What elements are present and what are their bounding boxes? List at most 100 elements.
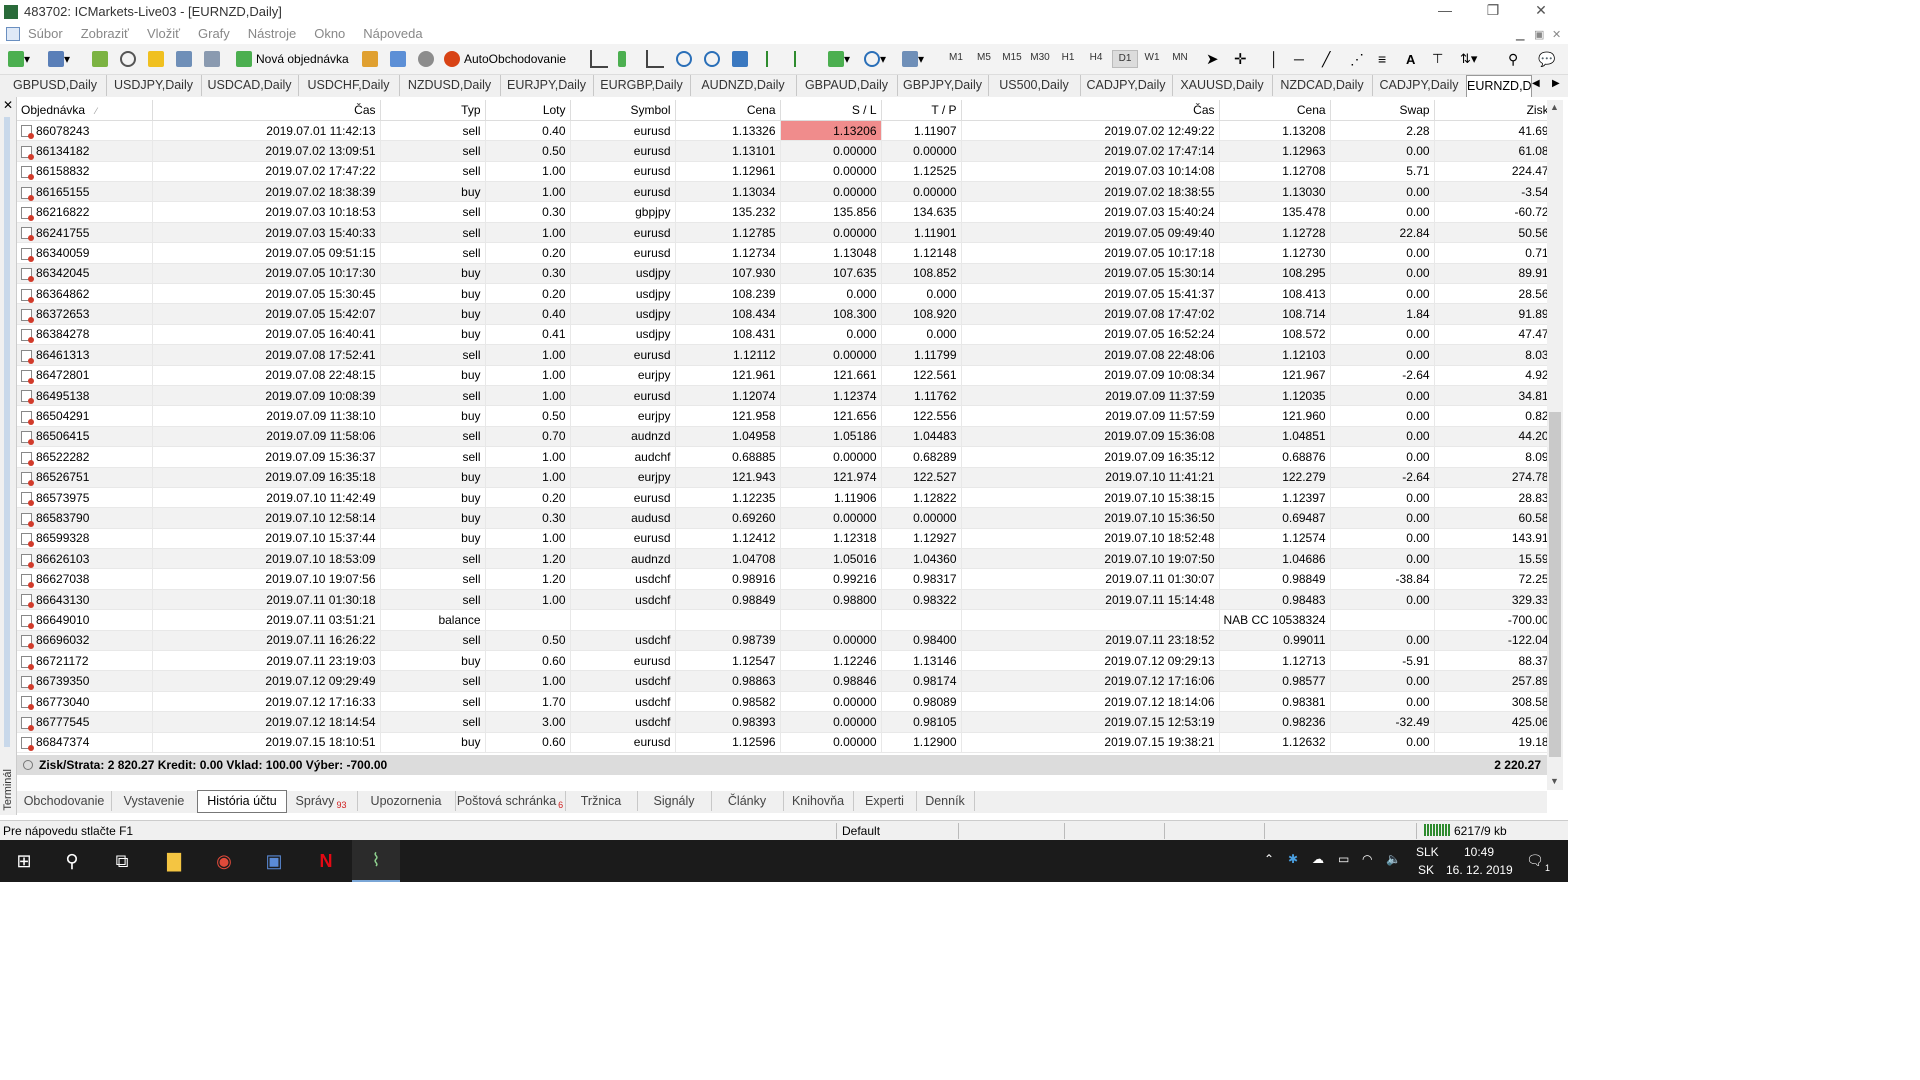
table-row[interactable]: 86384278 2019.07.05 16:40:41 buy 0.41 usdjpy… [17, 324, 1554, 346]
tile-windows-button[interactable] [732, 50, 748, 68]
table-row[interactable]: 86649010 2019.07.11 03:51:21 balance NAB CC… [17, 609, 1554, 631]
start-icon[interactable]: ⊞ [0, 840, 48, 882]
notifications-icon[interactable]: 🗨 [1526, 852, 1544, 869]
table-row[interactable]: 86372653 2019.07.05 15:42:07 buy 0.40 usdjpy… [17, 303, 1554, 325]
table-row[interactable]: 86461313 2019.07.08 17:52:41 sell 1.00 eurus… [17, 344, 1554, 366]
table-row[interactable]: 86241755 2019.07.03 15:40:33 sell 1.00 eurus… [17, 222, 1554, 244]
terminal-tab[interactable]: Upozornenia [357, 791, 456, 811]
table-row[interactable]: 86627038 2019.07.10 19:07:56 sell 1.20 usdch… [17, 568, 1554, 590]
bluetooth-icon[interactable]: ✱ [1288, 852, 1298, 866]
timeframe-button[interactable]: M15 [1000, 52, 1024, 63]
zoom-in-button[interactable] [676, 50, 692, 68]
language-top[interactable]: SLK [1416, 845, 1439, 859]
column-header[interactable]: Swap [1330, 100, 1435, 121]
autotrading-button[interactable]: AutoObchodovanie [444, 50, 566, 68]
language-bottom[interactable]: SK [1418, 863, 1434, 877]
text-label-button[interactable]: ⊤ [1432, 50, 1443, 68]
chart-tab[interactable]: NZDUSD,Daily [399, 75, 501, 96]
signals-button[interactable] [390, 50, 406, 68]
terminal-close-icon[interactable]: ✕ [3, 98, 13, 112]
timeframe-button[interactable]: H1 [1056, 52, 1080, 63]
menu-item[interactable]: Zobraziť [81, 26, 129, 41]
autoscroll-button[interactable] [794, 50, 812, 68]
chart-tab[interactable]: GBPUSD,Daily [4, 75, 107, 96]
file-explorer-icon[interactable]: ▇ [150, 840, 198, 882]
terminal-tab[interactable]: Poštová schránka 6 [455, 791, 566, 811]
metaeditor-button[interactable] [362, 50, 378, 68]
column-header[interactable]: S / L [780, 100, 882, 121]
table-row[interactable]: 86599328 2019.07.10 15:37:44 buy 1.00 eurusd… [17, 528, 1554, 550]
terminal-tab[interactable]: Tržnica [565, 791, 638, 811]
tab-scroll-right-icon[interactable]: ▶ [1552, 78, 1560, 89]
market-watch-button[interactable] [92, 50, 108, 68]
timeframe-button[interactable]: M5 [972, 52, 996, 63]
table-row[interactable]: 86777545 2019.07.12 18:14:54 sell 3.00 usdch… [17, 711, 1554, 733]
scroll-down-icon[interactable]: ▼ [1550, 776, 1559, 786]
terminal-tab[interactable]: Signály [637, 791, 712, 811]
new-chart-button[interactable]: ▾ [8, 50, 30, 68]
cursor-button[interactable]: ➤ [1206, 50, 1219, 68]
terminal-tab[interactable]: Vystavenie [111, 791, 198, 811]
chart-tab[interactable]: EURNZD,Daily [1466, 75, 1532, 98]
menu-item[interactable]: Nástroje [248, 26, 296, 41]
table-row[interactable]: 86342045 2019.07.05 10:17:30 buy 0.30 usdjpy… [17, 263, 1554, 285]
table-row[interactable]: 86472801 2019.07.08 22:48:15 buy 1.00 eurjpy… [17, 365, 1554, 386]
text-button[interactable]: A [1406, 50, 1415, 68]
market-button[interactable] [418, 50, 434, 68]
chart-tab[interactable]: EURJPY,Daily [500, 75, 594, 96]
maximize-button[interactable]: ❐ [1470, 2, 1516, 22]
templates-button[interactable]: ▾ [902, 50, 924, 68]
line-chart-button[interactable] [646, 50, 664, 68]
menu-item[interactable]: Okno [314, 26, 345, 41]
scroll-thumb[interactable] [1549, 412, 1561, 757]
chart-tab[interactable]: GBPAUD,Daily [796, 75, 898, 96]
column-header[interactable]: Cena [675, 100, 781, 121]
table-row[interactable]: 86495138 2019.07.09 10:08:39 sell 1.00 eurus… [17, 385, 1554, 407]
column-header[interactable]: Čas [152, 100, 381, 121]
wifi-icon[interactable]: ◠ [1362, 852, 1372, 866]
table-row[interactable]: 86340059 2019.07.05 09:51:15 sell 0.20 eurus… [17, 242, 1554, 264]
table-row[interactable]: 86773040 2019.07.12 17:16:33 sell 1.70 usdch… [17, 691, 1554, 713]
chat-button[interactable]: 💬 [1538, 50, 1555, 68]
timeframe-button[interactable]: MN [1168, 52, 1192, 63]
chart-tab[interactable]: XAUUSD,Daily [1172, 75, 1273, 96]
candlestick-button[interactable] [618, 50, 626, 68]
clock-date[interactable]: 16. 12. 2019 [1446, 863, 1513, 877]
table-row[interactable]: 86364862 2019.07.05 15:30:45 buy 0.20 usdjpy… [17, 283, 1554, 305]
chart-tab[interactable]: GBPJPY,Daily [897, 75, 989, 96]
column-header[interactable]: Zisk [1434, 100, 1554, 121]
table-row[interactable]: 86504291 2019.07.09 11:38:10 buy 0.50 eurjpy… [17, 405, 1554, 427]
chart-tab[interactable]: NZDCAD,Daily [1272, 75, 1373, 96]
chart-tab[interactable]: CADJPY,Daily [1080, 75, 1173, 96]
table-row[interactable]: 86165155 2019.07.02 18:38:39 buy 1.00 eurusd… [17, 181, 1554, 203]
menu-item[interactable]: Grafy [198, 26, 230, 41]
column-header[interactable]: Čas [961, 100, 1220, 121]
table-row[interactable]: 86134182 2019.07.02 13:09:51 sell 0.50 eurus… [17, 140, 1554, 162]
crosshair-button[interactable]: ✛ [1234, 50, 1247, 68]
navigator-button[interactable] [148, 50, 164, 68]
menu-item[interactable]: Nápoveda [363, 26, 422, 41]
chart-window-icon[interactable] [6, 27, 20, 41]
terminal-tab[interactable]: Denník [916, 791, 975, 811]
terminal-button[interactable] [176, 50, 192, 68]
table-row[interactable]: 86739350 2019.07.12 09:29:49 sell 1.00 usdch… [17, 670, 1554, 692]
chart-shift-button[interactable] [766, 50, 784, 68]
menu-item[interactable]: Súbor [28, 26, 63, 41]
table-row[interactable]: 86078243 2019.07.01 11:42:13 sell 0.40 eurus… [17, 120, 1554, 142]
task-view-icon[interactable]: ⧉ [98, 840, 146, 882]
new-order-button[interactable]: Nová objednávka [236, 50, 349, 68]
timeframe-button[interactable]: M1 [944, 52, 968, 63]
vertical-line-button[interactable]: │ [1270, 50, 1279, 68]
fibonacci-button[interactable]: ≡ [1378, 50, 1386, 68]
table-row[interactable]: 86721172 2019.07.11 23:19:03 buy 0.60 eurusd… [17, 650, 1554, 672]
column-header[interactable]: Objednávka ⁄ [17, 100, 153, 121]
tab-scroll-left-icon[interactable]: ◀ [1532, 78, 1540, 89]
horizontal-line-button[interactable]: ─ [1294, 50, 1304, 68]
terminal-tab[interactable]: História účtu [197, 790, 287, 813]
zoom-out-button[interactable] [704, 50, 720, 68]
table-row[interactable]: 86583790 2019.07.10 12:58:14 buy 0.30 audusd… [17, 507, 1554, 529]
arrows-button[interactable]: ⇅▾ [1460, 50, 1477, 68]
save-app-icon[interactable]: ▣ [250, 840, 298, 882]
menu-item[interactable]: Vložiť [147, 26, 180, 41]
table-row[interactable]: 86158832 2019.07.02 17:47:22 sell 1.00 eurus… [17, 161, 1554, 183]
